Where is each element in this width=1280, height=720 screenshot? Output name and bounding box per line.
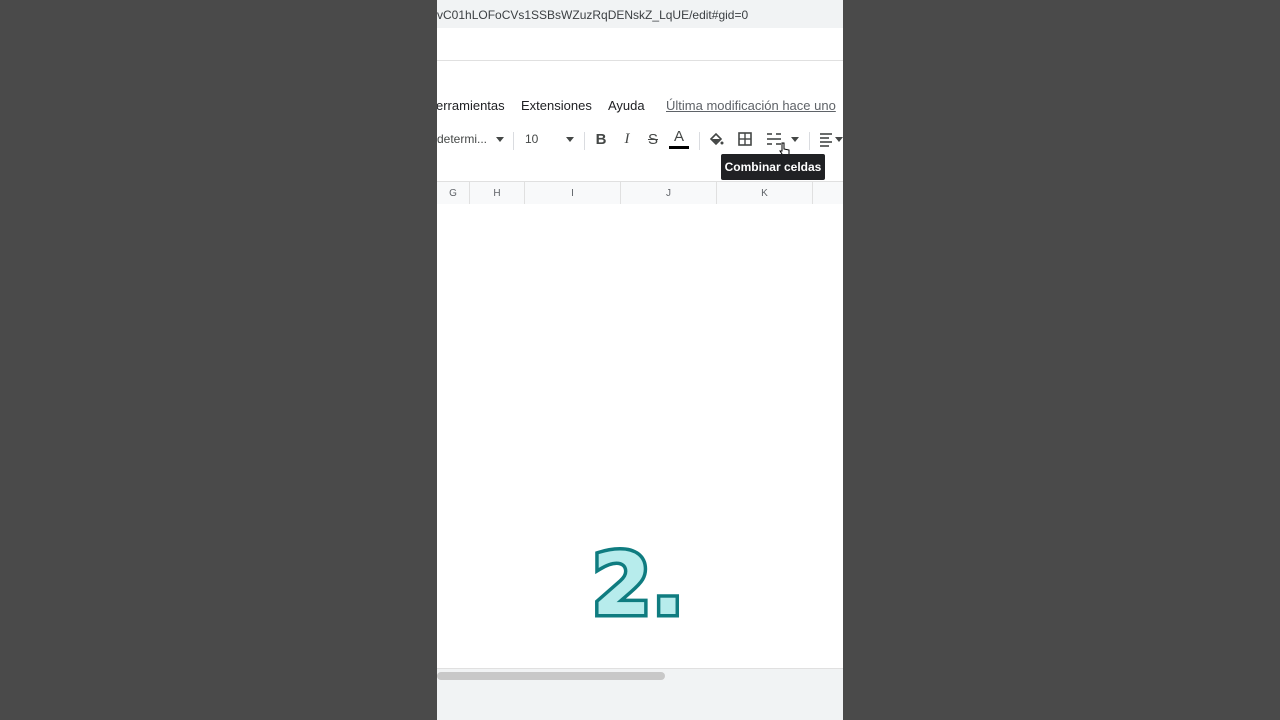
horizontal-scrollbar[interactable]	[437, 672, 665, 680]
column-headers: G H I J K	[437, 181, 843, 205]
bold-icon: B	[595, 130, 607, 148]
menu-ayuda[interactable]: Ayuda	[608, 98, 645, 113]
column-header-next[interactable]	[813, 182, 843, 204]
font-family-value: determi...	[437, 132, 488, 146]
strikethrough-icon: S	[647, 130, 658, 148]
font-size-dropdown-icon[interactable]	[563, 124, 577, 154]
column-header-j[interactable]: J	[621, 182, 717, 204]
text-color-icon: A	[673, 127, 684, 145]
align-button[interactable]	[815, 124, 837, 154]
tooltip-text: Combinar celdas	[724, 160, 822, 174]
column-header-i[interactable]: I	[525, 182, 621, 204]
italic-icon: I	[624, 130, 630, 147]
toolbar-separator	[584, 132, 585, 150]
step-number-overlay: 2.	[592, 532, 688, 627]
step-number-text: 2.	[592, 535, 684, 626]
toolbar: determi... 10 B I S A	[437, 124, 843, 159]
borders-icon	[738, 132, 752, 146]
font-size-select[interactable]: 10	[525, 124, 555, 154]
menu-herramientas[interactable]: erramientas	[437, 98, 505, 113]
column-header-k[interactable]: K	[717, 182, 813, 204]
toolbar-separator	[513, 132, 514, 150]
merge-cells-tooltip: Combinar celdas	[721, 154, 825, 180]
column-header-g[interactable]: G	[437, 182, 470, 204]
borders-button[interactable]	[734, 124, 756, 154]
browser-toolbar-area	[437, 28, 843, 61]
font-family-dropdown-icon[interactable]	[493, 124, 507, 154]
url-text: vC01hLOFoCVs1SSBsWZuzRqDENskZ_LqUE/edit#…	[437, 8, 749, 22]
column-header-h[interactable]: H	[470, 182, 525, 204]
menu-extensiones[interactable]: Extensiones	[521, 98, 592, 113]
align-dropdown-icon[interactable]	[835, 124, 843, 154]
fill-color-button[interactable]	[705, 124, 727, 154]
paint-bucket-icon	[709, 132, 724, 146]
text-color-button[interactable]: A	[668, 124, 690, 154]
font-size-value: 10	[525, 132, 539, 146]
bold-button[interactable]: B	[590, 124, 612, 154]
toolbar-separator	[809, 132, 810, 150]
last-modified-link[interactable]: Última modificación hace uno	[666, 98, 836, 113]
strikethrough-button[interactable]: S	[642, 124, 664, 154]
browser-url-bar[interactable]: vC01hLOFoCVs1SSBsWZuzRqDENskZ_LqUE/edit#…	[437, 0, 843, 28]
text-color-bar	[669, 145, 689, 149]
toolbar-separator	[699, 132, 700, 150]
align-left-icon	[820, 133, 832, 147]
app-frame: vC01hLOFoCVs1SSBsWZuzRqDENskZ_LqUE/edit#…	[437, 0, 843, 720]
italic-button[interactable]: I	[616, 124, 638, 154]
